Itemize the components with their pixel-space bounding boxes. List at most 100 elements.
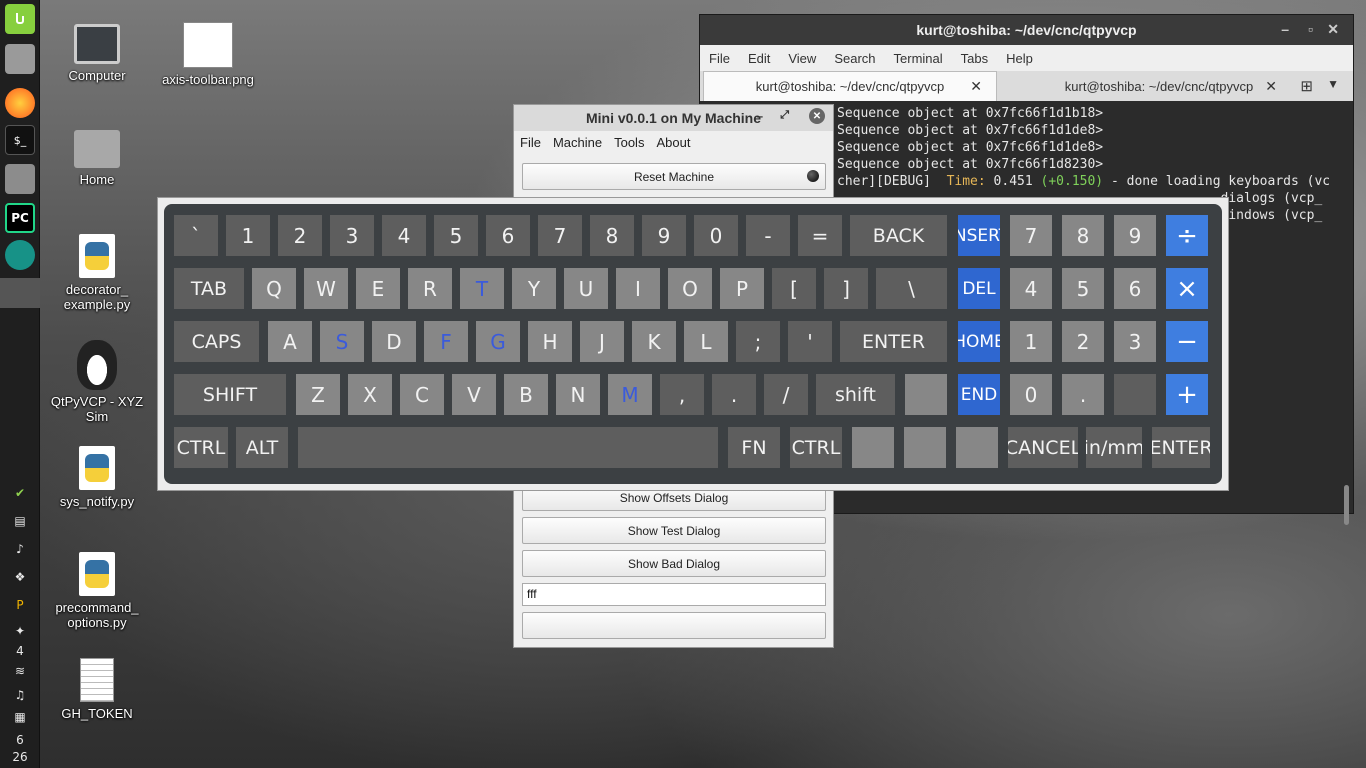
dropbox-icon[interactable]: ❖ — [0, 570, 40, 584]
key-end[interactable]: END — [958, 374, 1000, 415]
numpad-7[interactable]: 7 — [1010, 215, 1052, 256]
key-u[interactable]: U — [564, 268, 608, 309]
key-f[interactable]: F — [424, 321, 468, 362]
key-cancel[interactable]: CANCEL — [1008, 427, 1078, 468]
close-tab-icon[interactable]: ✕ — [1265, 78, 1277, 95]
key-slash[interactable]: / — [764, 374, 808, 415]
close-icon[interactable]: ✕ — [809, 108, 825, 124]
key-blank-4[interactable] — [956, 427, 998, 468]
menu-terminal[interactable]: Terminal — [885, 51, 952, 66]
numpad-1[interactable]: 1 — [1010, 321, 1052, 362]
menu-tools[interactable]: Tools — [608, 135, 650, 150]
numpad-subtract[interactable]: − — [1166, 321, 1208, 362]
terminal-titlebar[interactable]: kurt@toshiba: ~/dev/cnc/qtpyvcp – ▫ ✕ — [700, 15, 1353, 45]
menu-machine[interactable]: Machine — [547, 135, 608, 150]
wifi-icon[interactable]: ≋ — [0, 664, 40, 678]
key-j[interactable]: J — [580, 321, 624, 362]
numpad-8[interactable]: 8 — [1062, 215, 1104, 256]
key-e[interactable]: E — [356, 268, 400, 309]
desktop-icon-gh-token[interactable]: GH_TOKEN — [49, 658, 145, 721]
key-h[interactable]: H — [528, 321, 572, 362]
menu-about[interactable]: About — [650, 135, 696, 150]
key-8[interactable]: 8 — [590, 215, 634, 256]
gitkraken-icon[interactable] — [5, 240, 35, 270]
key-w[interactable]: W — [304, 268, 348, 309]
key-k[interactable]: K — [632, 321, 676, 362]
key-s[interactable]: S — [320, 321, 364, 362]
key-0[interactable]: 0 — [694, 215, 738, 256]
key-home[interactable]: HOME — [958, 321, 1000, 362]
key-5[interactable]: 5 — [434, 215, 478, 256]
menu-file[interactable]: File — [700, 51, 739, 66]
key-alt[interactable]: ALT — [236, 427, 288, 468]
numpad-multiply[interactable]: × — [1166, 268, 1208, 309]
active-window-indicator[interactable] — [0, 278, 40, 308]
key-p[interactable]: P — [720, 268, 764, 309]
audio-icon[interactable]: ♫ — [0, 688, 40, 702]
maximize-icon[interactable]: ⤢ — [780, 109, 789, 122]
mini-titlebar[interactable]: Mini v0.0.1 on My Machine – ⤢ ✕ — [514, 105, 833, 131]
clock-hour[interactable]: 6 — [0, 733, 40, 747]
desktop-icon-home[interactable]: Home — [49, 130, 145, 187]
key-backslash[interactable]: \ — [876, 268, 947, 309]
pycharm-icon[interactable]: PC — [5, 203, 35, 233]
key-left-bracket[interactable]: [ — [772, 268, 816, 309]
key-caps-lock[interactable]: CAPS — [174, 321, 259, 362]
key-enter[interactable]: ENTER — [840, 321, 947, 362]
numpad-blank[interactable] — [1114, 374, 1156, 415]
minimize-icon[interactable]: – — [1281, 21, 1289, 37]
text-input[interactable]: fff — [522, 583, 826, 606]
key-comma[interactable]: , — [660, 374, 704, 415]
numpad-divide[interactable]: ÷ — [1166, 215, 1208, 256]
desktop-icon-qtpyvcp-sim[interactable]: QtPyVCP - XYZ Sim — [49, 340, 145, 424]
key-m[interactable]: M — [608, 374, 652, 415]
key-v[interactable]: V — [452, 374, 496, 415]
terminal-tab-2[interactable]: kurt@toshiba: ~/dev/cnc/qtpyvcp ✕ — [997, 71, 1291, 101]
menu-icon[interactable] — [5, 4, 35, 34]
desktop-icon-sys-notify[interactable]: sys_notify.py — [49, 446, 145, 509]
pushbullet-icon[interactable]: P — [0, 598, 40, 612]
key-space[interactable] — [298, 427, 718, 468]
close-icon[interactable]: ✕ — [1327, 21, 1339, 38]
key-shift-left[interactable]: SHIFT — [174, 374, 286, 415]
minimize-icon[interactable]: – — [756, 109, 763, 123]
show-test-dialog-button[interactable]: Show Test Dialog — [522, 517, 826, 544]
key-fn[interactable]: FN — [728, 427, 780, 468]
numpad-0[interactable]: 0 — [1010, 374, 1052, 415]
key-l[interactable]: L — [684, 321, 728, 362]
clipboard-icon[interactable]: ▦ — [0, 710, 40, 724]
key-q[interactable]: Q — [252, 268, 296, 309]
key-backspace[interactable]: BACK — [850, 215, 947, 256]
network-icon[interactable]: ▤ — [0, 514, 40, 528]
folder-icon[interactable] — [5, 164, 35, 194]
key-blank-2[interactable] — [852, 427, 894, 468]
menu-file[interactable]: File — [514, 135, 547, 150]
key-x[interactable]: X — [348, 374, 392, 415]
key-4[interactable]: 4 — [382, 215, 426, 256]
chevron-down-icon[interactable]: ▼ — [1327, 77, 1339, 91]
key-in-mm[interactable]: in/mm — [1086, 427, 1142, 468]
numpad-9[interactable]: 9 — [1114, 215, 1156, 256]
key-2[interactable]: 2 — [278, 215, 322, 256]
numpad-5[interactable]: 5 — [1062, 268, 1104, 309]
maximize-icon[interactable]: ▫ — [1308, 21, 1313, 37]
numpad-3[interactable]: 3 — [1114, 321, 1156, 362]
key-a[interactable]: A — [268, 321, 312, 362]
empty-button[interactable] — [522, 612, 826, 639]
close-tab-icon[interactable]: ✕ — [970, 78, 982, 95]
key-b[interactable]: B — [504, 374, 548, 415]
desktop-icon-decorator-example[interactable]: decorator_ example.py — [49, 234, 145, 312]
key-period[interactable]: . — [712, 374, 756, 415]
numpad-6[interactable]: 6 — [1114, 268, 1156, 309]
music-icon[interactable]: ♪ — [0, 542, 40, 556]
key-shift-right[interactable]: shift — [816, 374, 895, 415]
key-1[interactable]: 1 — [226, 215, 270, 256]
key-apostrophe[interactable]: ' — [788, 321, 832, 362]
key-g[interactable]: G — [476, 321, 520, 362]
files-icon[interactable] — [5, 44, 35, 74]
terminal-scrollbar[interactable] — [1344, 485, 1349, 525]
key-ctrl-right[interactable]: CTRL — [790, 427, 842, 468]
key-o[interactable]: O — [668, 268, 712, 309]
key-blank-3[interactable] — [904, 427, 946, 468]
numpad-decimal[interactable]: . — [1062, 374, 1104, 415]
